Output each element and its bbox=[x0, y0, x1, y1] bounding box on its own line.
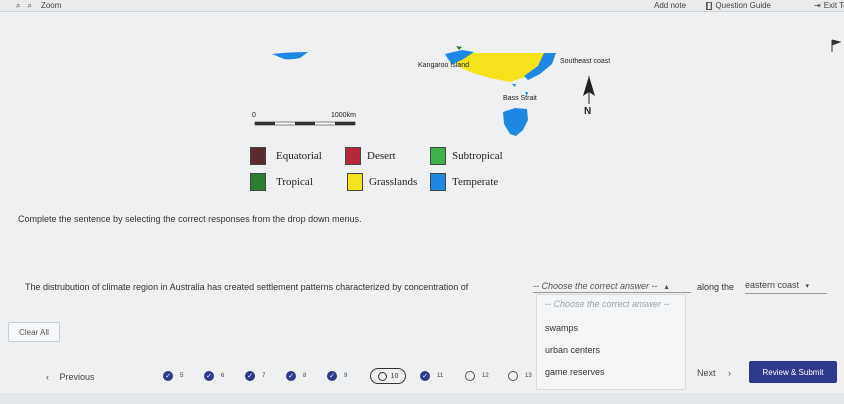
label-bass-strait: Bass Strait bbox=[503, 95, 537, 102]
legend-swatch bbox=[430, 173, 446, 191]
unanswered-circle-icon bbox=[465, 371, 475, 381]
question-nav-12[interactable]: 12 bbox=[465, 369, 489, 383]
unanswered-circle-icon bbox=[508, 371, 518, 381]
legend-label: Grasslands bbox=[369, 176, 418, 188]
question-nav-7[interactable]: ✓ 7 bbox=[245, 369, 265, 383]
zoom-in-icon[interactable]: ⌕ bbox=[27, 1, 31, 10]
label-kangaroo-island: Kangaroo Island bbox=[418, 62, 469, 69]
question-sentence-part2: along the bbox=[697, 282, 735, 292]
answer-dropdown-1[interactable]: -- Choose the correct answer -- ▲ bbox=[533, 281, 691, 293]
question-number: 13 bbox=[525, 373, 532, 379]
scale-bar-segment bbox=[255, 122, 275, 125]
dropdown-2-value: eastern coast bbox=[745, 280, 800, 290]
question-nav-5[interactable]: ✓ 5 bbox=[163, 369, 183, 383]
chevron-left-icon: ‹ bbox=[46, 372, 49, 382]
map-graphic bbox=[254, 39, 842, 136]
map-island-small bbox=[512, 84, 516, 87]
flag-icon[interactable] bbox=[831, 39, 842, 52]
legend-label: Temperate bbox=[452, 176, 499, 188]
answered-check-icon: ✓ bbox=[245, 371, 255, 381]
legend-item-tropical: Tropical bbox=[250, 173, 313, 191]
question-number: 9 bbox=[344, 373, 348, 379]
previous-label: Previous bbox=[59, 372, 95, 382]
answered-check-icon: ✓ bbox=[327, 371, 337, 381]
dropdown-option-swamps[interactable]: swamps bbox=[545, 323, 578, 333]
question-number: 8 bbox=[303, 373, 307, 379]
question-guide-button[interactable]: ▮ Question Guide bbox=[706, 1, 771, 10]
question-nav-10-current[interactable]: 10 bbox=[370, 368, 406, 384]
legend-item-subtropical: Subtropical bbox=[430, 147, 503, 165]
answered-check-icon: ✓ bbox=[286, 371, 296, 381]
north-label: N bbox=[584, 106, 592, 117]
unanswered-circle-icon bbox=[377, 371, 387, 381]
next-label: Next bbox=[697, 368, 716, 378]
next-button[interactable]: Next › bbox=[697, 368, 731, 378]
question-nav-11[interactable]: ✓ 11 bbox=[420, 369, 443, 383]
legend-label: Equatorial bbox=[276, 150, 322, 162]
legend-item-equatorial: Equatorial bbox=[250, 147, 322, 165]
scale-bar-segment bbox=[295, 122, 315, 125]
answered-check-icon: ✓ bbox=[163, 371, 173, 381]
question-number: 12 bbox=[482, 373, 489, 379]
legend-swatch bbox=[345, 147, 361, 165]
top-toolbar: ⌕ ⌕ Zoom Add note ▮ Question Guide ⇥ Exi… bbox=[0, 0, 844, 12]
add-note-button[interactable]: Add note bbox=[654, 1, 686, 10]
dropdown-1-value: -- Choose the correct answer -- bbox=[533, 281, 658, 291]
legend-label: Subtropical bbox=[452, 150, 503, 162]
clear-all-button[interactable]: Clear All bbox=[8, 322, 60, 342]
legend-label: Tropical bbox=[276, 176, 313, 188]
answered-check-icon: ✓ bbox=[420, 371, 430, 381]
scale-label-max: 1000km bbox=[331, 112, 356, 119]
scale-label-zero: 0 bbox=[252, 112, 256, 119]
question-number: 10 bbox=[390, 372, 399, 380]
chevron-up-icon: ▲ bbox=[663, 284, 670, 291]
legend-item-grasslands: Grasslands bbox=[347, 173, 417, 191]
exit-label: Exit Te bbox=[823, 1, 844, 10]
chevron-down-icon: ▾ bbox=[805, 283, 810, 290]
search-icon: ⌕ bbox=[16, 0, 21, 10]
chevron-right-icon: › bbox=[728, 368, 732, 378]
question-number: 7 bbox=[262, 373, 266, 379]
dropdown-option-placeholder[interactable]: -- Choose the correct answer -- bbox=[545, 299, 670, 309]
label-southeast-coast: Southeast coast bbox=[560, 58, 611, 65]
guide-icon: ▮ bbox=[706, 0, 713, 10]
legend-item-desert: Desert bbox=[345, 147, 396, 165]
answer-dropdown-2[interactable]: eastern coast ▾ bbox=[745, 280, 827, 294]
legend-label: Desert bbox=[367, 150, 396, 162]
map-tasmania bbox=[503, 108, 528, 136]
map-region-northwest bbox=[272, 52, 308, 60]
question-nav-8[interactable]: ✓ 8 bbox=[286, 369, 306, 383]
question-number: 5 bbox=[180, 373, 184, 379]
legend-swatch bbox=[347, 173, 363, 191]
dropdown-option-urban-centers[interactable]: urban centers bbox=[545, 345, 600, 355]
zoom-control[interactable]: ⌕ ⌕ Zoom bbox=[16, 1, 61, 10]
question-nav-9[interactable]: ✓ 9 bbox=[327, 369, 347, 383]
map-legend: Equatorial Desert Subtropical Tropical G… bbox=[250, 147, 530, 195]
map-island-small bbox=[456, 46, 462, 50]
previous-button[interactable]: ‹ Previous bbox=[46, 372, 95, 382]
footer-bar bbox=[0, 393, 844, 404]
zoom-label: Zoom bbox=[40, 1, 62, 10]
question-guide-label: Question Guide bbox=[715, 1, 771, 10]
legend-item-temperate: Temperate bbox=[430, 173, 498, 191]
instructions-text: Complete the sentence by selecting the c… bbox=[18, 214, 362, 224]
answered-check-icon: ✓ bbox=[204, 371, 214, 381]
dropdown-1-options: -- Choose the correct answer -- swamps u… bbox=[536, 294, 686, 390]
exit-button[interactable]: ⇥ Exit Te bbox=[814, 1, 844, 10]
add-note-label: Add note bbox=[654, 1, 687, 10]
scale-bar-segment bbox=[335, 122, 355, 125]
question-nav-13[interactable]: 13 bbox=[508, 369, 532, 383]
question-number: 6 bbox=[221, 373, 225, 379]
australia-climate-map: Kangaroo Island Southeast coast Bass Str… bbox=[0, 16, 844, 136]
exit-icon: ⇥ bbox=[814, 0, 821, 10]
legend-swatch bbox=[250, 147, 266, 165]
legend-swatch bbox=[430, 147, 446, 165]
dropdown-option-game-reserves[interactable]: game reserves bbox=[545, 367, 605, 377]
question-nav-6[interactable]: ✓ 6 bbox=[204, 369, 224, 383]
review-submit-button[interactable]: Review & Submit bbox=[749, 361, 837, 383]
question-number: 11 bbox=[437, 373, 444, 379]
question-sentence-part1: The distrubution of climate region in Au… bbox=[25, 282, 469, 292]
legend-swatch bbox=[250, 173, 266, 191]
